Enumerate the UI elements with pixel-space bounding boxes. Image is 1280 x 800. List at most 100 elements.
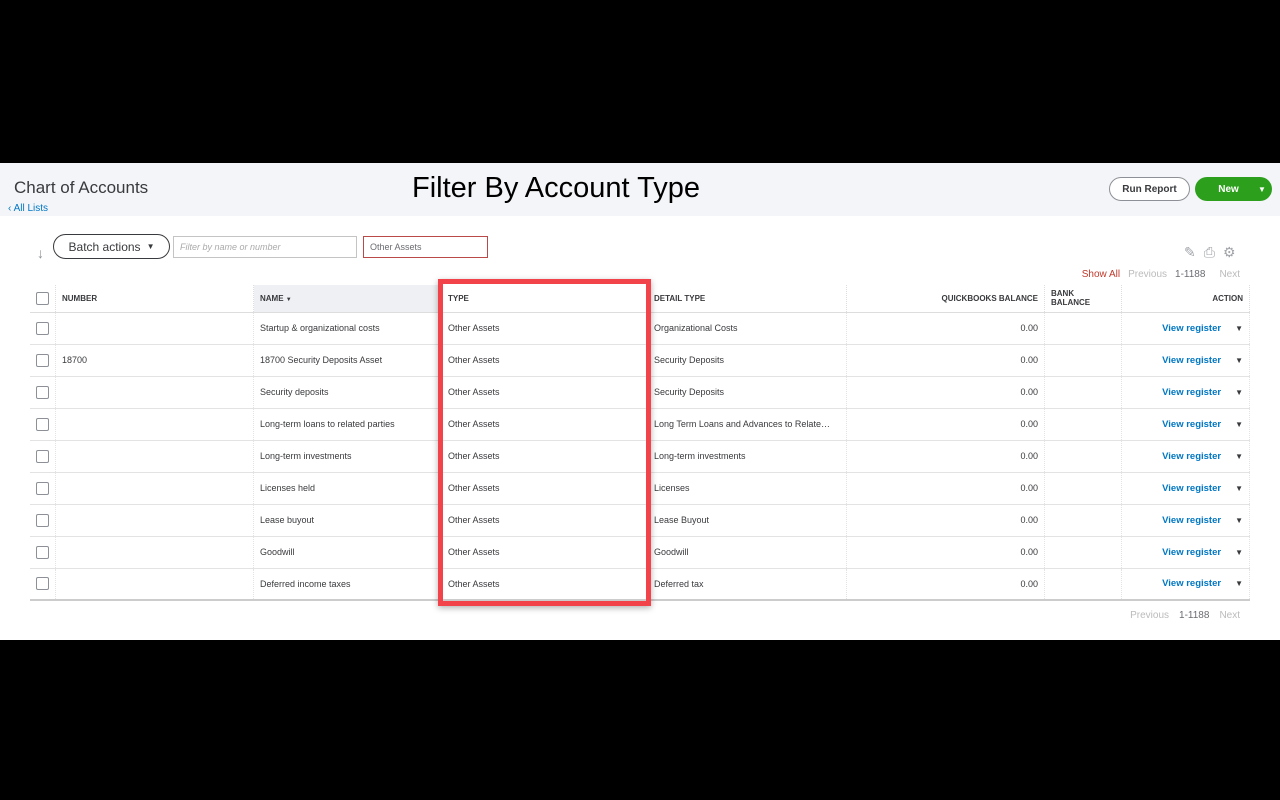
action-menu-caret-icon[interactable]: ▼ [1235, 324, 1243, 333]
detail-type: Organizational Costs [648, 312, 847, 344]
pager-top: Show All Previous 1-1188 Next [1082, 269, 1240, 280]
page-range: 1-1188 [1175, 269, 1205, 280]
view-register-link[interactable]: View register [1162, 387, 1221, 398]
account-name: Goodwill [254, 536, 442, 568]
action-cell: View register ▼ [1122, 536, 1250, 568]
account-number [56, 408, 254, 440]
action-menu-caret-icon[interactable]: ▼ [1235, 579, 1243, 588]
col-name[interactable]: NAME ▼ [254, 285, 442, 312]
bank-balance [1045, 312, 1122, 344]
action-cell: View register ▼ [1122, 376, 1250, 408]
annotation-banner: Filter By Account Type [412, 172, 700, 205]
chevron-down-icon[interactable]: ▼ [1252, 185, 1272, 194]
account-number [56, 472, 254, 504]
account-number [56, 536, 254, 568]
previous-link[interactable]: Previous [1130, 610, 1169, 621]
col-detail-type[interactable]: DETAIL TYPE [648, 285, 847, 312]
action-cell: View register ▼ [1122, 408, 1250, 440]
row-checkbox[interactable] [36, 354, 49, 367]
highlight-box [438, 279, 651, 606]
filter-name-input[interactable]: Filter by name or number [173, 236, 357, 258]
action-menu-caret-icon[interactable]: ▼ [1235, 356, 1243, 365]
gear-icon[interactable]: ⚙ [1223, 244, 1236, 261]
account-name: Long-term investments [254, 440, 442, 472]
action-menu-caret-icon[interactable]: ▼ [1235, 420, 1243, 429]
view-register-link[interactable]: View register [1162, 547, 1221, 558]
batch-actions-label: Batch actions [69, 240, 141, 254]
action-menu-caret-icon[interactable]: ▼ [1235, 452, 1243, 461]
view-register-link[interactable]: View register [1162, 323, 1221, 334]
account-name: Long-term loans to related parties [254, 408, 442, 440]
next-link[interactable]: Next [1219, 610, 1240, 621]
pencil-icon[interactable]: ✎ [1184, 244, 1196, 261]
action-cell: View register ▼ [1122, 472, 1250, 504]
row-select-cell [30, 568, 56, 600]
print-icon[interactable]: ⎙ [1204, 244, 1215, 261]
next-link[interactable]: Next [1219, 269, 1240, 280]
sort-arrow-icon[interactable]: ↓ [37, 245, 44, 261]
col-number[interactable]: NUMBER [56, 285, 254, 312]
row-checkbox[interactable] [36, 450, 49, 463]
account-number [56, 504, 254, 536]
detail-type: Lease Buyout [648, 504, 847, 536]
row-select-cell [30, 344, 56, 376]
caret-down-icon: ▼ [147, 242, 155, 251]
qb-balance: 0.00 [847, 344, 1045, 376]
row-checkbox[interactable] [36, 514, 49, 527]
account-number: 18700 [56, 344, 254, 376]
row-checkbox[interactable] [36, 546, 49, 559]
previous-link[interactable]: Previous [1128, 269, 1167, 280]
bank-balance [1045, 344, 1122, 376]
bank-balance [1045, 440, 1122, 472]
detail-type: Deferred tax [648, 568, 847, 600]
row-checkbox[interactable] [36, 577, 49, 590]
account-name: 18700 Security Deposits Asset [254, 344, 442, 376]
action-menu-caret-icon[interactable]: ▼ [1235, 548, 1243, 557]
pager-bottom: Previous 1-1188 Next [1130, 610, 1240, 621]
qb-balance: 0.00 [847, 472, 1045, 504]
table-tools: ✎ ⎙ ⚙ [1184, 244, 1236, 261]
view-register-link[interactable]: View register [1162, 355, 1221, 366]
action-cell: View register ▼ [1122, 568, 1250, 600]
select-all-cell [30, 285, 56, 312]
detail-type: Long Term Loans and Advances to Relate… [648, 408, 847, 440]
view-register-link[interactable]: View register [1162, 483, 1221, 494]
new-button[interactable]: New▼ [1195, 177, 1272, 201]
row-checkbox[interactable] [36, 482, 49, 495]
all-lists-link[interactable]: ‹ All Lists [8, 203, 48, 214]
row-checkbox[interactable] [36, 322, 49, 335]
select-all-checkbox[interactable] [36, 292, 49, 305]
qb-balance: 0.00 [847, 504, 1045, 536]
page-header: Chart of Accounts ‹ All Lists Filter By … [0, 163, 1280, 216]
view-register-link[interactable]: View register [1162, 578, 1221, 589]
bank-balance [1045, 504, 1122, 536]
run-report-button[interactable]: Run Report [1109, 177, 1190, 201]
view-register-link[interactable]: View register [1162, 451, 1221, 462]
qb-balance: 0.00 [847, 376, 1045, 408]
sort-desc-icon: ▼ [286, 297, 292, 303]
qb-balance: 0.00 [847, 312, 1045, 344]
detail-type: Security Deposits [648, 344, 847, 376]
all-lists-label: All Lists [14, 203, 48, 214]
col-bank-balance[interactable]: BANK BALANCE [1045, 285, 1122, 312]
account-number [56, 568, 254, 600]
new-label: New [1195, 184, 1252, 195]
row-select-cell [30, 408, 56, 440]
row-checkbox[interactable] [36, 418, 49, 431]
account-type-filter[interactable]: Other Assets [363, 236, 488, 258]
qb-balance: 0.00 [847, 440, 1045, 472]
row-checkbox[interactable] [36, 386, 49, 399]
view-register-link[interactable]: View register [1162, 419, 1221, 430]
bank-balance [1045, 472, 1122, 504]
col-qb-balance[interactable]: QUICKBOOKS BALANCE [847, 285, 1045, 312]
view-register-link[interactable]: View register [1162, 515, 1221, 526]
col-name-label: NAME [260, 294, 284, 303]
account-name: Lease buyout [254, 504, 442, 536]
action-menu-caret-icon[interactable]: ▼ [1235, 388, 1243, 397]
batch-actions-button[interactable]: Batch actions ▼ [53, 234, 170, 259]
show-all-link[interactable]: Show All [1082, 269, 1120, 280]
action-menu-caret-icon[interactable]: ▼ [1235, 516, 1243, 525]
action-menu-caret-icon[interactable]: ▼ [1235, 484, 1243, 493]
page-title: Chart of Accounts [14, 178, 148, 198]
account-number [56, 440, 254, 472]
